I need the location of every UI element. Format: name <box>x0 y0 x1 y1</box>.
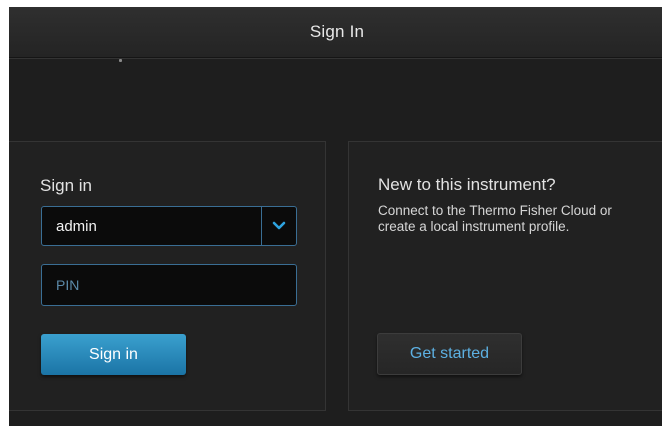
screen-artifact <box>119 59 122 62</box>
title-bar: Sign In <box>9 7 662 58</box>
get-started-button[interactable]: Get started <box>377 333 522 375</box>
chevron-down-icon[interactable] <box>261 207 296 245</box>
new-instrument-description: Connect to the Thermo Fisher Cloud or cr… <box>378 203 612 234</box>
sign-in-button[interactable]: Sign in <box>41 334 186 375</box>
sign-in-screen: Sign In Sign in admin Sign in New to thi… <box>9 7 662 426</box>
sign-in-heading: Sign in <box>40 176 92 195</box>
new-instrument-panel: New to this instrument? Connect to the T… <box>348 141 662 411</box>
sign-in-panel: Sign in admin Sign in <box>9 141 326 411</box>
new-instrument-heading: New to this instrument? <box>378 175 556 194</box>
user-select-value: admin <box>56 217 97 235</box>
user-select[interactable]: admin <box>41 206 297 246</box>
pin-input[interactable] <box>41 264 297 306</box>
page-title: Sign In <box>309 22 365 41</box>
